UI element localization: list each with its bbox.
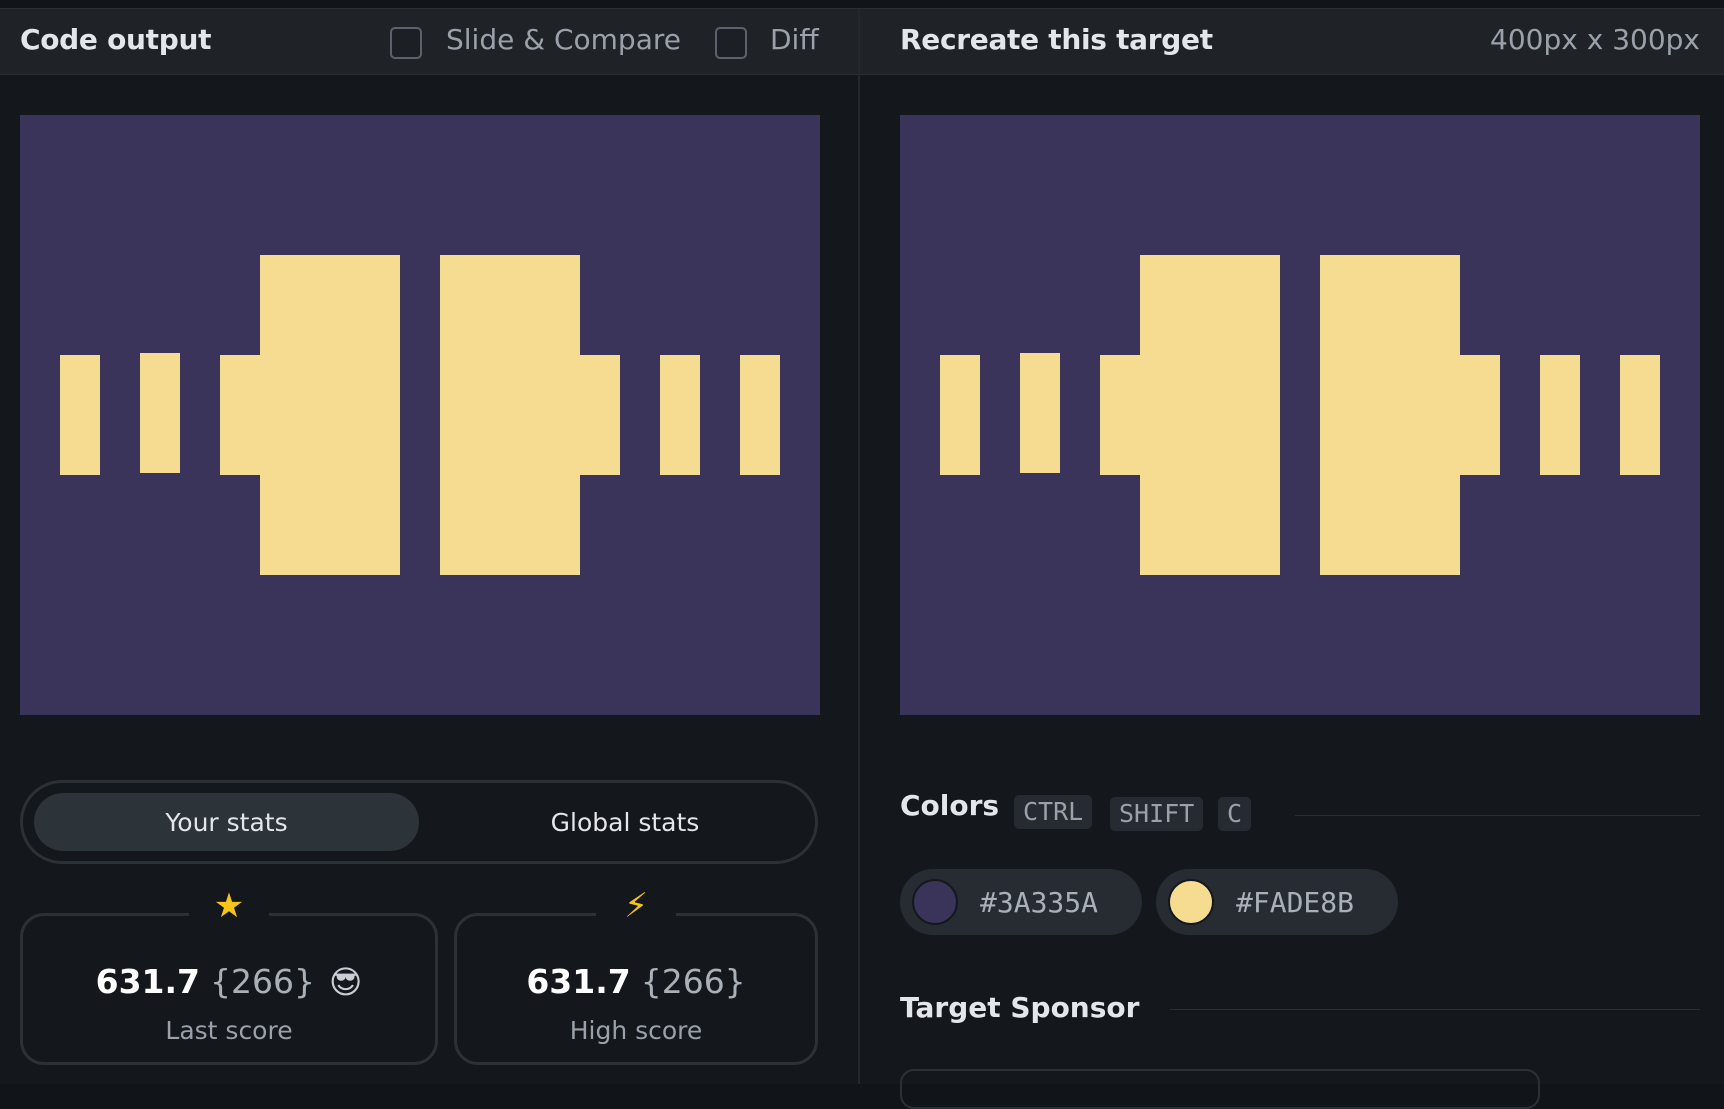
target-bar-6 — [1460, 355, 1500, 475]
shortcut-key-ctrl: CTRL — [1014, 795, 1093, 829]
slide-compare-label[interactable]: Slide & Compare — [446, 23, 681, 56]
high-score-label: High score — [569, 1016, 703, 1045]
color-hex-foreground: #FADE8B — [1236, 885, 1355, 919]
target-dimensions: 400px x 300px — [1490, 23, 1700, 56]
color-swatch-foreground — [1168, 879, 1214, 925]
target-bar-1 — [940, 355, 980, 475]
global-stats-tab[interactable]: Global stats — [435, 793, 815, 851]
output-bar-7 — [660, 355, 700, 475]
target-canvas[interactable] — [900, 115, 1700, 715]
output-bar-5 — [440, 255, 580, 575]
target-bar-8 — [1620, 355, 1660, 475]
output-bar-3 — [220, 355, 260, 475]
output-bar-4 — [260, 255, 400, 575]
output-bar-8 — [740, 355, 780, 475]
color-pill-background[interactable]: #3A335A — [900, 869, 1142, 935]
sponsor-section-rule — [1170, 1009, 1700, 1010]
code-output-title: Code output — [20, 23, 212, 56]
high-score-card: ⚡ 631.7 {266} High score — [454, 886, 818, 1065]
target-bar-2 — [1020, 353, 1060, 473]
target-title: Recreate this target — [900, 23, 1213, 56]
last-score-chars: {266} — [210, 962, 315, 1001]
code-output-panel: Code output Slide & Compare Diff Your st… — [0, 9, 858, 1084]
high-score-chars: {266} — [640, 962, 746, 1001]
color-hex-background: #3A335A — [980, 885, 1099, 919]
last-score-card: ★ 631.7 {266} 😎 Last score — [20, 886, 438, 1065]
target-bar-5 — [1320, 255, 1460, 575]
color-pill-foreground[interactable]: #FADE8B — [1156, 869, 1398, 935]
your-stats-tab[interactable]: Your stats — [34, 793, 419, 851]
colors-section-rule — [1295, 815, 1700, 816]
high-score-value: 631.7 {266} — [457, 962, 815, 1001]
color-swatch-background — [912, 879, 958, 925]
sponsor-card[interactable] — [900, 1069, 1540, 1109]
target-bar-3 — [1100, 355, 1140, 475]
output-bar-2 — [140, 353, 180, 473]
code-output-canvas[interactable] — [20, 115, 820, 715]
target-sponsor-title: Target Sponsor — [900, 991, 1140, 1024]
last-score-number: 631.7 — [95, 962, 201, 1001]
slide-compare-checkbox[interactable] — [390, 27, 422, 59]
sunglasses-emoji-icon: 😎 — [329, 963, 363, 1001]
window-top-edge — [0, 0, 1724, 9]
target-header: Recreate this target 400px x 300px — [860, 9, 1724, 75]
shortcut-key-shift: SHIFT — [1110, 797, 1204, 831]
stats-toggle: Your stats Global stats — [20, 780, 818, 864]
star-icon: ★ — [213, 886, 245, 926]
high-score-number: 631.7 — [526, 962, 631, 1001]
diff-label[interactable]: Diff — [770, 23, 819, 56]
output-bar-1 — [60, 355, 100, 475]
shortcut-key-c: C — [1218, 797, 1252, 831]
output-bar-6 — [580, 355, 620, 475]
diff-checkbox[interactable] — [715, 27, 747, 59]
target-bar-7 — [1540, 355, 1580, 475]
target-bar-4 — [1140, 255, 1280, 575]
last-score-value: 631.7 {266} 😎 — [23, 962, 435, 1001]
code-output-header: Code output Slide & Compare Diff — [0, 9, 858, 75]
last-score-label: Last score — [165, 1016, 293, 1045]
lightning-icon: ⚡ — [624, 886, 648, 926]
target-panel: Recreate this target 400px x 300px Color… — [860, 9, 1724, 1109]
colors-title: Colors — [900, 789, 1000, 822]
